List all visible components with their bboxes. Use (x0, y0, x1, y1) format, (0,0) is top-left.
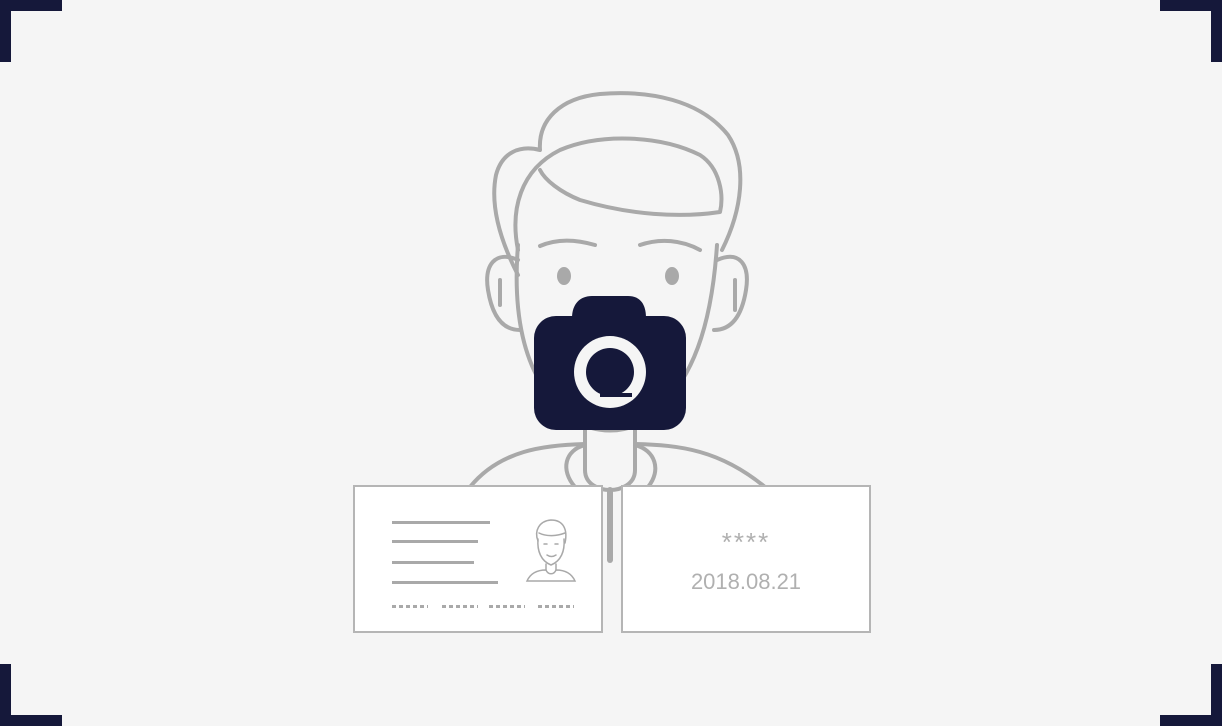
id-card-front (353, 485, 603, 633)
camera-icon (534, 296, 686, 430)
card-portrait-icon (525, 519, 577, 582)
camera-capture-button[interactable] (534, 296, 686, 430)
card-date: 2018.08.21 (690, 569, 802, 594)
masked-id-number: **** (721, 527, 771, 557)
card-dotted-line (538, 605, 574, 608)
card-text-line (392, 540, 478, 543)
id-capture-screen: **** 2018.08.21 (0, 0, 1222, 726)
card-dotted-line (442, 605, 478, 608)
card-text-line (392, 521, 490, 524)
card-dotted-line (489, 605, 525, 608)
card-text-line (392, 581, 498, 584)
id-card-back: **** 2018.08.21 (621, 485, 871, 633)
card-text-line (392, 561, 474, 564)
card-dotted-line (392, 605, 428, 608)
